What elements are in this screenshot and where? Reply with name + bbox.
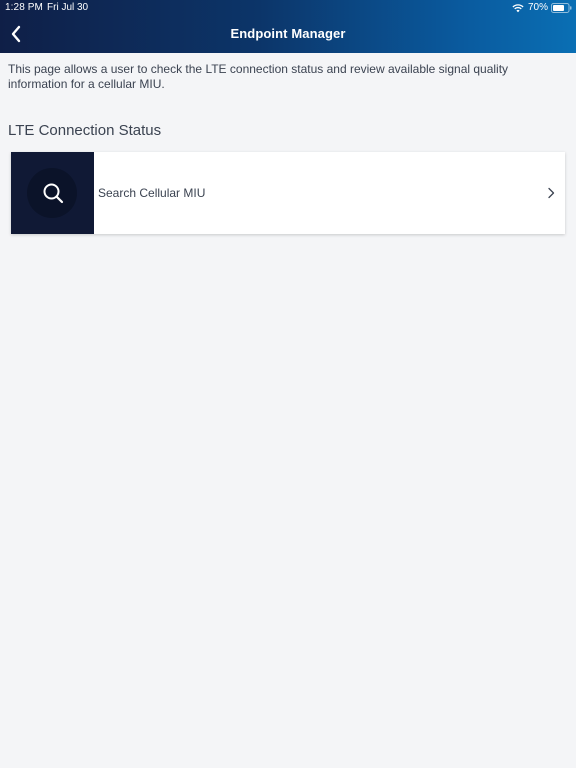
status-time: 1:28 PM [5, 2, 43, 13]
app-header: 1:28 PM Fri Jul 30 70% Endpoint Manager [0, 0, 576, 53]
status-date: Fri Jul 30 [47, 2, 89, 13]
search-icon [43, 183, 64, 204]
section-title: LTE Connection Status [8, 122, 162, 139]
page-description: This page allows a user to check the LTE… [8, 62, 509, 91]
wifi-icon [512, 4, 524, 13]
status-indicators: 70% [512, 1, 572, 15]
card-label: Search Cellular MIU [98, 186, 206, 200]
card-icon-block [11, 152, 94, 234]
battery-percentage: 70% [527, 2, 548, 13]
battery-icon [551, 3, 572, 13]
chevron-right-icon [548, 187, 555, 199]
search-cellular-miu-card[interactable]: Search Cellular MIU [11, 152, 565, 234]
page-title: Endpoint Manager [230, 26, 346, 41]
